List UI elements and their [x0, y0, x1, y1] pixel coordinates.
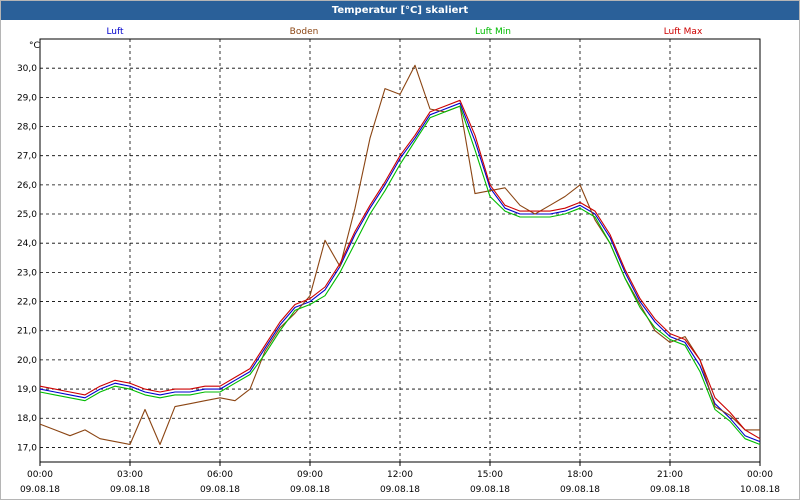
- x-tick-time: 18:00: [567, 470, 593, 480]
- y-tick-label: 19,0: [17, 385, 37, 395]
- chart-title: Temperatur [°C] skaliert: [331, 5, 469, 16]
- y-tick-label: 29,0: [17, 93, 37, 103]
- x-tick-time: 15:00: [477, 470, 503, 480]
- y-tick-labels: 17,0 18,0 19,0 20,0 21,0 22,0 23,0 24,0 25,0 26,0…: [17, 64, 37, 453]
- x-tick-date: 09.08.18: [200, 485, 240, 495]
- y-tick-label: 24,0: [17, 239, 37, 249]
- legend: Luft Boden Luft Min Luft Max: [106, 27, 703, 37]
- chart-title-bar: Temperatur [°C] skaliert: [1, 1, 799, 20]
- legend-item-luft-min: Luft Min: [475, 27, 511, 37]
- y-tick-label: 17,0: [17, 443, 37, 453]
- legend-item-boden: Boden: [290, 27, 319, 37]
- x-tick-time: 06:00: [207, 470, 233, 480]
- y-tick-label: 25,0: [17, 210, 37, 220]
- x-tick-time: 12:00: [387, 470, 413, 480]
- legend-item-luft-max: Luft Max: [664, 27, 703, 37]
- y-tick-label: 18,0: [17, 414, 37, 424]
- x-tick-date: 09.08.18: [110, 485, 150, 495]
- grid: [40, 39, 760, 462]
- y-axis-unit-label: °C: [29, 41, 40, 51]
- x-tick-date: 09.08.18: [380, 485, 420, 495]
- y-tick-label: 23,0: [17, 268, 37, 278]
- legend-item-luft: Luft: [106, 27, 124, 37]
- y-tick-label: 27,0: [17, 152, 37, 162]
- y-tick-label: 21,0: [17, 327, 37, 337]
- y-tick-label: 28,0: [17, 123, 37, 133]
- x-tick-time: 03:00: [117, 470, 143, 480]
- x-tick-time: 00:00: [747, 470, 773, 480]
- y-tick-label: 20,0: [17, 356, 37, 366]
- x-tick-date: 09.08.18: [470, 485, 510, 495]
- x-tick-date: 09.08.18: [650, 485, 690, 495]
- y-tick-label: 30,0: [17, 64, 37, 74]
- x-tick-time: 21:00: [657, 470, 683, 480]
- x-tick-time: 09:00: [297, 470, 323, 480]
- temperature-chart: Luft Boden Luft Min Luft Max °C 17,0 18,0 19,…: [17, 27, 780, 495]
- x-tick-date: 10.08.18: [740, 485, 780, 495]
- x-tick-labels: 00:00 09.08.18 03:00 09.08.18 06:00 09.08.18 0…: [20, 470, 780, 495]
- y-tick-label: 26,0: [17, 181, 37, 191]
- x-tick-date: 09.08.18: [20, 485, 60, 495]
- x-tick-time: 00:00: [27, 470, 53, 480]
- chart-window: Temperatur [°C] skaliert Luft Boden Luft M…: [0, 0, 800, 500]
- y-tick-label: 22,0: [17, 298, 37, 308]
- x-tick-date: 09.08.18: [290, 485, 330, 495]
- x-tick-date: 09.08.18: [560, 485, 600, 495]
